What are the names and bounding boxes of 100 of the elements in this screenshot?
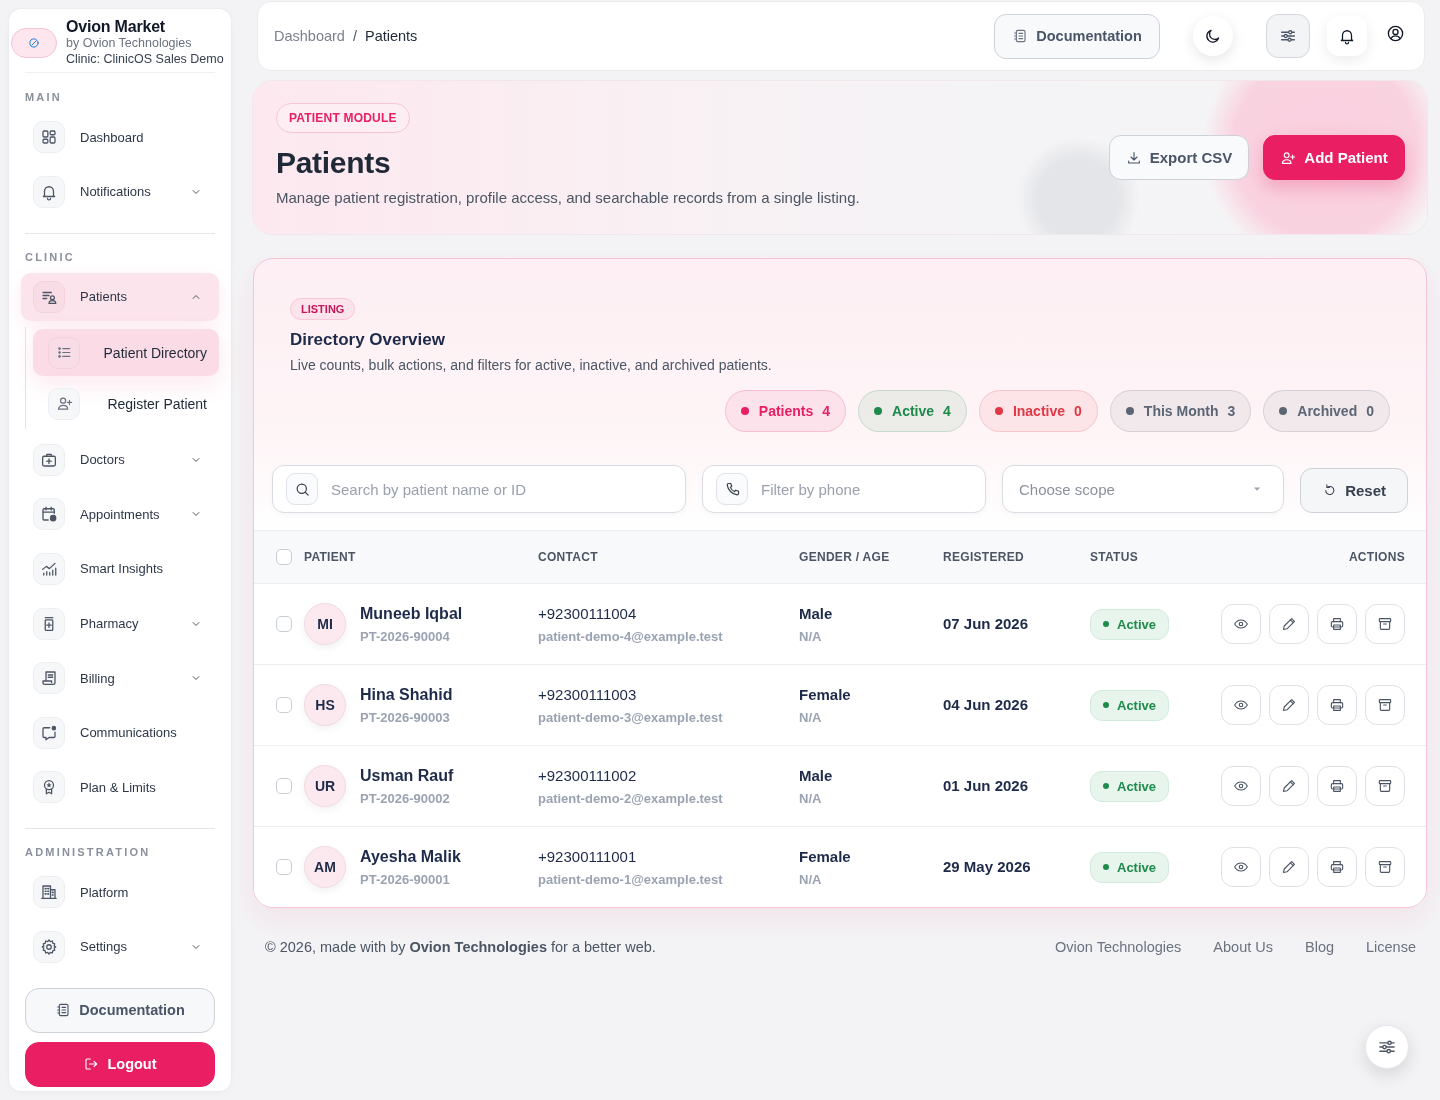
document-icon [55,1002,72,1019]
footer-link[interactable]: Ovion Technologies [1055,939,1182,955]
search-field[interactable]: Search by patient name or ID [272,465,686,513]
email-address: patient-demo-4@example.test [538,627,723,645]
edit-button[interactable] [1269,604,1309,644]
nav-item[interactable]: Plan & Limits [21,763,219,812]
nav-item[interactable]: Billing [21,654,219,703]
customize-button[interactable] [1365,1025,1409,1069]
breadcrumb-link[interactable]: Dashboard [274,28,345,44]
column-header: GENDER / AGE [799,550,890,564]
nav-item[interactable]: Notifications [21,167,219,216]
stat-filter-chip[interactable]: This Month 3 [1109,390,1252,432]
user-circle-icon[interactable] [1386,23,1405,43]
documentation-button[interactable]: Documentation [994,13,1160,59]
nav-item[interactable]: Doctors [21,435,219,484]
patient-name[interactable]: Ayesha Malik [360,846,461,867]
patient-name[interactable]: Hina Shahid [360,684,453,705]
nav-item[interactable]: Patients [21,272,219,321]
checkbox[interactable] [276,549,292,565]
breadcrumb-separator: / [352,28,357,44]
theme-toggle-button[interactable] [1193,16,1233,56]
checkbox[interactable] [276,616,292,632]
logout-button[interactable]: Logout [25,1041,215,1087]
stat-filter-chip[interactable]: Inactive 0 [978,390,1098,432]
checkbox[interactable] [276,778,292,794]
edit-button[interactable] [1269,847,1309,887]
download-icon [1125,149,1142,166]
add-patient-button[interactable]: Add Patient [1263,135,1405,180]
bell-icon [33,175,65,208]
nav-item[interactable]: Smart Insights [21,544,219,593]
patient-name[interactable]: Muneeb Iqbal [360,603,463,624]
checkbox[interactable] [276,697,292,713]
age: N/A [799,708,822,726]
registered-date: 04 Jun 2026 [943,696,1029,713]
nav-subitem[interactable]: Register Patient [33,380,219,428]
bell-icon [1338,27,1356,45]
stat-filter-chip[interactable]: Patients 4 [724,390,847,432]
patient-id: PT-2026-90002 [360,789,450,807]
stat-filter-chip[interactable]: Archived 0 [1263,390,1390,432]
gender: Male [799,603,833,624]
nav-item[interactable]: Communications [21,708,219,757]
footer-link[interactable]: Blog [1305,939,1334,955]
chat-icon [33,716,65,749]
print-button[interactable] [1317,685,1357,725]
archive-button[interactable] [1365,847,1405,887]
medicine-bottle-icon [33,607,65,640]
archive-button[interactable] [1365,604,1405,644]
age: N/A [799,789,822,807]
phone-filter-field[interactable]: Filter by phone [702,465,986,513]
nav-item[interactable]: Settings [21,922,219,971]
view-button[interactable] [1221,847,1261,887]
footer-link[interactable]: About Us [1213,939,1273,955]
archive-button[interactable] [1365,766,1405,806]
print-button[interactable] [1317,604,1357,644]
view-button[interactable] [1221,766,1261,806]
gender: Female [799,684,851,705]
grid-icon [33,121,65,153]
edit-button[interactable] [1269,685,1309,725]
section-title: Directory Overview [290,329,445,351]
nav-item[interactable]: Pharmacy [21,599,219,648]
printer-icon [1329,859,1345,875]
breadcrumb-current[interactable]: Patients [364,28,418,44]
nav-item[interactable]: Dashboard [21,113,219,161]
nav-item[interactable]: Appointments [21,490,219,539]
nav-item[interactable]: Platform [21,868,219,917]
print-button[interactable] [1317,847,1357,887]
first-aid-kit-icon [33,443,65,476]
patient-id: PT-2026-90001 [360,870,450,888]
patient-name[interactable]: Usman Rauf [360,765,454,786]
age: N/A [799,870,822,888]
list-icon [48,336,80,369]
checkbox[interactable] [276,859,292,875]
column-header: REGISTERED [943,550,1024,564]
archive-button[interactable] [1365,685,1405,725]
print-button[interactable] [1317,766,1357,806]
view-button[interactable] [1221,604,1261,644]
documentation-button[interactable]: Documentation [25,987,215,1033]
brand-name: Ovion Market [66,18,166,35]
nav-subitem[interactable]: Patient Directory [33,329,219,377]
reset-button[interactable]: Reset [1300,468,1408,513]
status-dot-icon [1103,621,1109,627]
email-address: patient-demo-2@example.test [538,789,723,807]
archive-icon [1377,616,1393,632]
view-button[interactable] [1221,685,1261,725]
edit-button[interactable] [1269,766,1309,806]
receipt-icon [33,662,65,695]
moon-icon [1204,27,1222,45]
gender: Male [799,765,833,786]
pencil-icon [1281,697,1297,713]
refresh-icon [1322,483,1338,498]
archive-icon [1377,697,1393,713]
registered-date: 29 May 2026 [943,858,1031,875]
export-button[interactable]: Export CSV [1109,135,1249,180]
footer-link[interactable]: License [1366,939,1416,955]
customize-button[interactable] [1266,14,1310,58]
eye-icon [1233,697,1249,713]
stat-filter-chip[interactable]: Active 4 [858,390,967,432]
patient-id: PT-2026-90004 [360,627,450,645]
notifications-button[interactable] [1327,16,1367,56]
bar-chart-icon [33,552,65,585]
